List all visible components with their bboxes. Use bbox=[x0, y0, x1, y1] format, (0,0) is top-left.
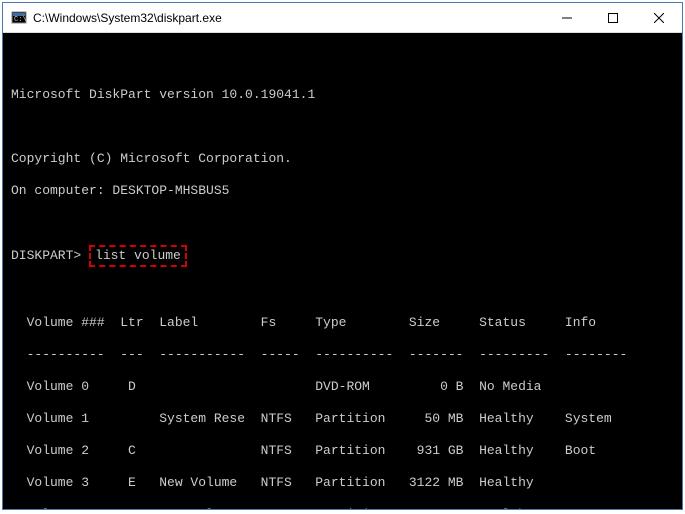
cmd-list-volume-highlight: list volume bbox=[89, 245, 187, 267]
blank-line bbox=[11, 55, 674, 71]
header-line: Microsoft DiskPart version 10.0.19041.1 bbox=[11, 87, 674, 103]
prompt-text: DISKPART> bbox=[11, 248, 81, 263]
copyright-line: Copyright (C) Microsoft Corporation. bbox=[11, 151, 674, 167]
table-divider: ---------- --- ----------- ----- -------… bbox=[11, 347, 674, 363]
window-title: C:\Windows\System32\diskpart.exe bbox=[33, 11, 544, 25]
svg-text:C:\: C:\ bbox=[14, 16, 27, 24]
diskpart-window: C:\ C:\Windows\System32\diskpart.exe Mic… bbox=[2, 2, 683, 510]
table-row: Volume 4 G New Volume NTFS Partition 312… bbox=[11, 507, 674, 509]
blank-line bbox=[11, 283, 674, 299]
table-header: Volume ### Ltr Label Fs Type Size Status… bbox=[11, 315, 674, 331]
close-button[interactable] bbox=[636, 3, 682, 32]
app-icon: C:\ bbox=[11, 10, 27, 26]
window-controls bbox=[544, 3, 682, 32]
table-row: Volume 1 System Rese NTFS Partition 50 M… bbox=[11, 411, 674, 427]
blank-line bbox=[11, 215, 674, 231]
minimize-button[interactable] bbox=[544, 3, 590, 32]
table-row: Volume 2 C NTFS Partition 931 GB Healthy… bbox=[11, 443, 674, 459]
prompt-list-volume: DISKPART> list volume bbox=[11, 247, 674, 267]
table-row: Volume 0 D DVD-ROM 0 B No Media bbox=[11, 379, 674, 395]
titlebar[interactable]: C:\ C:\Windows\System32\diskpart.exe bbox=[3, 3, 682, 33]
cmd-list-volume: list volume bbox=[95, 248, 181, 263]
maximize-button[interactable] bbox=[590, 3, 636, 32]
table-row: Volume 3 E New Volume NTFS Partition 312… bbox=[11, 475, 674, 491]
terminal-output[interactable]: Microsoft DiskPart version 10.0.19041.1 … bbox=[3, 33, 682, 509]
computer-line: On computer: DESKTOP-MHSBUS5 bbox=[11, 183, 674, 199]
blank-line bbox=[11, 119, 674, 135]
